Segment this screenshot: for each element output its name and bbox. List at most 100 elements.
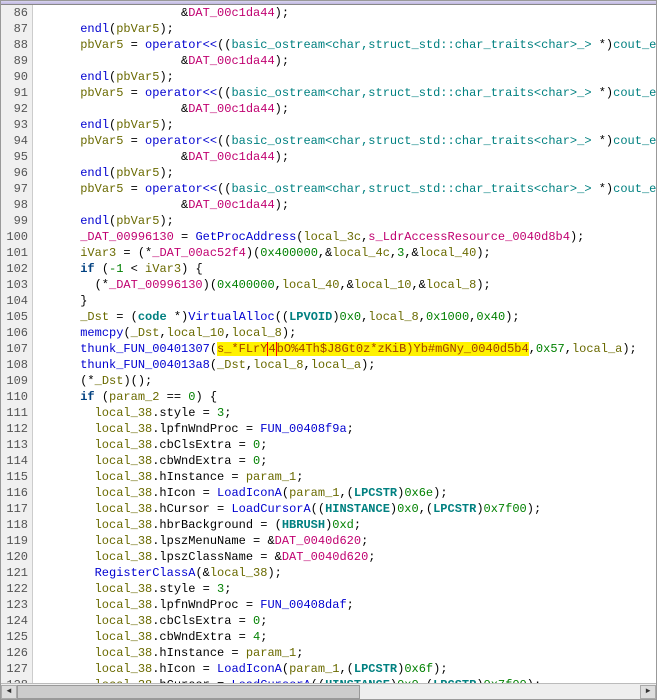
token-dat: DAT_00c1da44 bbox=[188, 102, 274, 116]
token-pl: *) bbox=[592, 86, 614, 100]
token-lv: local_38 bbox=[95, 598, 153, 612]
token-fc: endl bbox=[80, 214, 109, 228]
code-line[interactable]: pbVar5 = operator<<((basic_ostream<char,… bbox=[37, 37, 656, 53]
token-lv: local_a bbox=[311, 358, 361, 372]
code-line[interactable]: local_38.hInstance = param_1; bbox=[37, 645, 656, 661]
code-line[interactable]: thunk_FUN_00401307(s_*FLrY4bO%4Th$J8Gt0z… bbox=[37, 341, 656, 357]
token-ty: LPCSTR bbox=[433, 678, 476, 683]
token-num: 0x6f bbox=[404, 662, 433, 676]
token-lv: pbVar5 bbox=[116, 166, 159, 180]
code-line[interactable]: if (param_2 == 0) { bbox=[37, 389, 656, 405]
token-lv: _Dst bbox=[131, 326, 160, 340]
token-lv: param_1 bbox=[246, 646, 296, 660]
code-line[interactable]: iVar3 = (*_DAT_00ac52f4)(0x400000,&local… bbox=[37, 245, 656, 261]
code-line[interactable]: local_38.hIcon = LoadIconA(param_1,(LPCS… bbox=[37, 661, 656, 677]
code-line[interactable]: thunk_FUN_004013a8(_Dst,local_8,local_a)… bbox=[37, 357, 656, 373]
token-num: 0xd bbox=[332, 518, 354, 532]
code-line[interactable]: _Dst = (code *)VirtualAlloc((LPVOID)0x0,… bbox=[37, 309, 656, 325]
token-pl: ; bbox=[354, 518, 361, 532]
token-pl: ); bbox=[282, 326, 296, 340]
token-pl: ); bbox=[433, 486, 447, 500]
code-line[interactable]: local_38.cbClsExtra = 0; bbox=[37, 437, 656, 453]
code-line[interactable]: &DAT_00c1da44); bbox=[37, 101, 656, 117]
code-line[interactable]: local_38.lpfnWndProc = FUN_00408daf; bbox=[37, 597, 656, 613]
code-line[interactable]: local_38.cbWndExtra = 4; bbox=[37, 629, 656, 645]
line-number: 106 bbox=[3, 325, 28, 341]
code-line[interactable]: (*_DAT_00996130)(0x400000,local_40,&loca… bbox=[37, 277, 656, 293]
line-number-gutter: 8687888990919293949596979899100101102103… bbox=[1, 5, 33, 683]
token-pl: ); bbox=[476, 278, 490, 292]
line-number: 116 bbox=[3, 485, 28, 501]
line-number: 127 bbox=[3, 661, 28, 677]
code-line[interactable]: local_38.hCursor = LoadCursorA((HINSTANC… bbox=[37, 677, 656, 683]
token-dat: s_LdrAccessResource_0040d8b4 bbox=[368, 230, 570, 244]
token-ty: HINSTANCE bbox=[325, 502, 390, 516]
token-lv: local_38 bbox=[95, 614, 153, 628]
code-line[interactable]: endl(pbVar5); bbox=[37, 165, 656, 181]
token-lv: pbVar5 bbox=[80, 182, 123, 196]
code-line[interactable]: local_38.style = 3; bbox=[37, 405, 656, 421]
code-line[interactable]: local_38.lpszMenuName = &DAT_0040d620; bbox=[37, 533, 656, 549]
code-line[interactable]: local_38.style = 3; bbox=[37, 581, 656, 597]
token-fc: endl bbox=[80, 166, 109, 180]
code-line[interactable]: endl(pbVar5); bbox=[37, 69, 656, 85]
token-lv: local_38 bbox=[95, 582, 153, 596]
line-number: 89 bbox=[3, 53, 28, 69]
code-line[interactable]: endl(pbVar5); bbox=[37, 117, 656, 133]
token-fc: thunk_FUN_00401307 bbox=[80, 342, 210, 356]
token-mem: style bbox=[159, 406, 195, 420]
token-fc: endl bbox=[80, 22, 109, 36]
token-lv: pbVar5 bbox=[116, 22, 159, 36]
code-line[interactable]: (*_Dst)(); bbox=[37, 373, 656, 389]
token-pl: ) bbox=[476, 678, 483, 683]
code-line[interactable]: pbVar5 = operator<<((basic_ostream<char,… bbox=[37, 133, 656, 149]
line-number: 94 bbox=[3, 133, 28, 149]
code-line[interactable]: local_38.lpszClassName = &DAT_0040d620; bbox=[37, 549, 656, 565]
token-pl: ); bbox=[275, 150, 289, 164]
code-line[interactable]: local_38.cbClsExtra = 0; bbox=[37, 613, 656, 629]
code-line[interactable]: &DAT_00c1da44); bbox=[37, 53, 656, 69]
code-line[interactable]: &DAT_00c1da44); bbox=[37, 197, 656, 213]
token-mem: lpszMenuName bbox=[159, 534, 245, 548]
line-number: 102 bbox=[3, 261, 28, 277]
code-line[interactable]: local_38.hCursor = LoadCursorA((HINSTANC… bbox=[37, 501, 656, 517]
scroll-right-arrow-icon[interactable]: ► bbox=[640, 685, 656, 699]
code-line[interactable]: local_38.hIcon = LoadIconA(param_1,(LPCS… bbox=[37, 485, 656, 501]
token-lv: local_38 bbox=[95, 422, 153, 436]
token-pl: ; bbox=[361, 534, 368, 548]
code-line[interactable]: &DAT_00c1da44); bbox=[37, 5, 656, 21]
code-line[interactable]: endl(pbVar5); bbox=[37, 213, 656, 229]
scroll-left-arrow-icon[interactable]: ◄ bbox=[1, 685, 17, 699]
token-pl: ( bbox=[282, 486, 289, 500]
scrollbar-thumb[interactable] bbox=[17, 685, 360, 699]
code-line[interactable]: endl(pbVar5); bbox=[37, 21, 656, 37]
code-area[interactable]: &DAT_00c1da44); endl(pbVar5); pbVar5 = o… bbox=[33, 5, 656, 683]
token-dat: DAT_00c1da44 bbox=[188, 150, 274, 164]
code-line[interactable]: RegisterClassA(&local_38); bbox=[37, 565, 656, 581]
token-pl: ,& bbox=[411, 278, 425, 292]
code-line[interactable]: local_38.hbrBackground = (HBRUSH)0xd; bbox=[37, 517, 656, 533]
token-lv: local_8 bbox=[368, 310, 418, 324]
scrollbar-track[interactable] bbox=[17, 685, 640, 699]
token-lv: _Dst bbox=[80, 310, 109, 324]
code-line[interactable]: _DAT_00996130 = GetProcAddress(local_3c,… bbox=[37, 229, 656, 245]
token-mem: cbClsExtra bbox=[159, 438, 231, 452]
code-line[interactable]: local_38.lpfnWndProc = FUN_00408f9a; bbox=[37, 421, 656, 437]
token-pl: = ( bbox=[253, 518, 282, 532]
line-number: 126 bbox=[3, 645, 28, 661]
token-pl: ; bbox=[347, 422, 354, 436]
token-pl: = bbox=[231, 454, 253, 468]
horizontal-scrollbar[interactable]: ◄ ► bbox=[1, 683, 656, 699]
code-line[interactable]: if (-1 < iVar3) { bbox=[37, 261, 656, 277]
code-line[interactable]: &DAT_00c1da44); bbox=[37, 149, 656, 165]
code-line[interactable]: } bbox=[37, 293, 656, 309]
token-pl: ( bbox=[95, 262, 109, 276]
code-line[interactable]: memcpy(_Dst,local_10,local_8); bbox=[37, 325, 656, 341]
code-line[interactable]: pbVar5 = operator<<((basic_ostream<char,… bbox=[37, 181, 656, 197]
token-st: basic_ostream<char,struct_std::char_trai… bbox=[231, 134, 591, 148]
token-pl: ) { bbox=[195, 390, 217, 404]
code-line[interactable]: local_38.cbWndExtra = 0; bbox=[37, 453, 656, 469]
code-editor[interactable]: 8687888990919293949596979899100101102103… bbox=[1, 5, 656, 683]
code-line[interactable]: local_38.hInstance = param_1; bbox=[37, 469, 656, 485]
code-line[interactable]: pbVar5 = operator<<((basic_ostream<char,… bbox=[37, 85, 656, 101]
